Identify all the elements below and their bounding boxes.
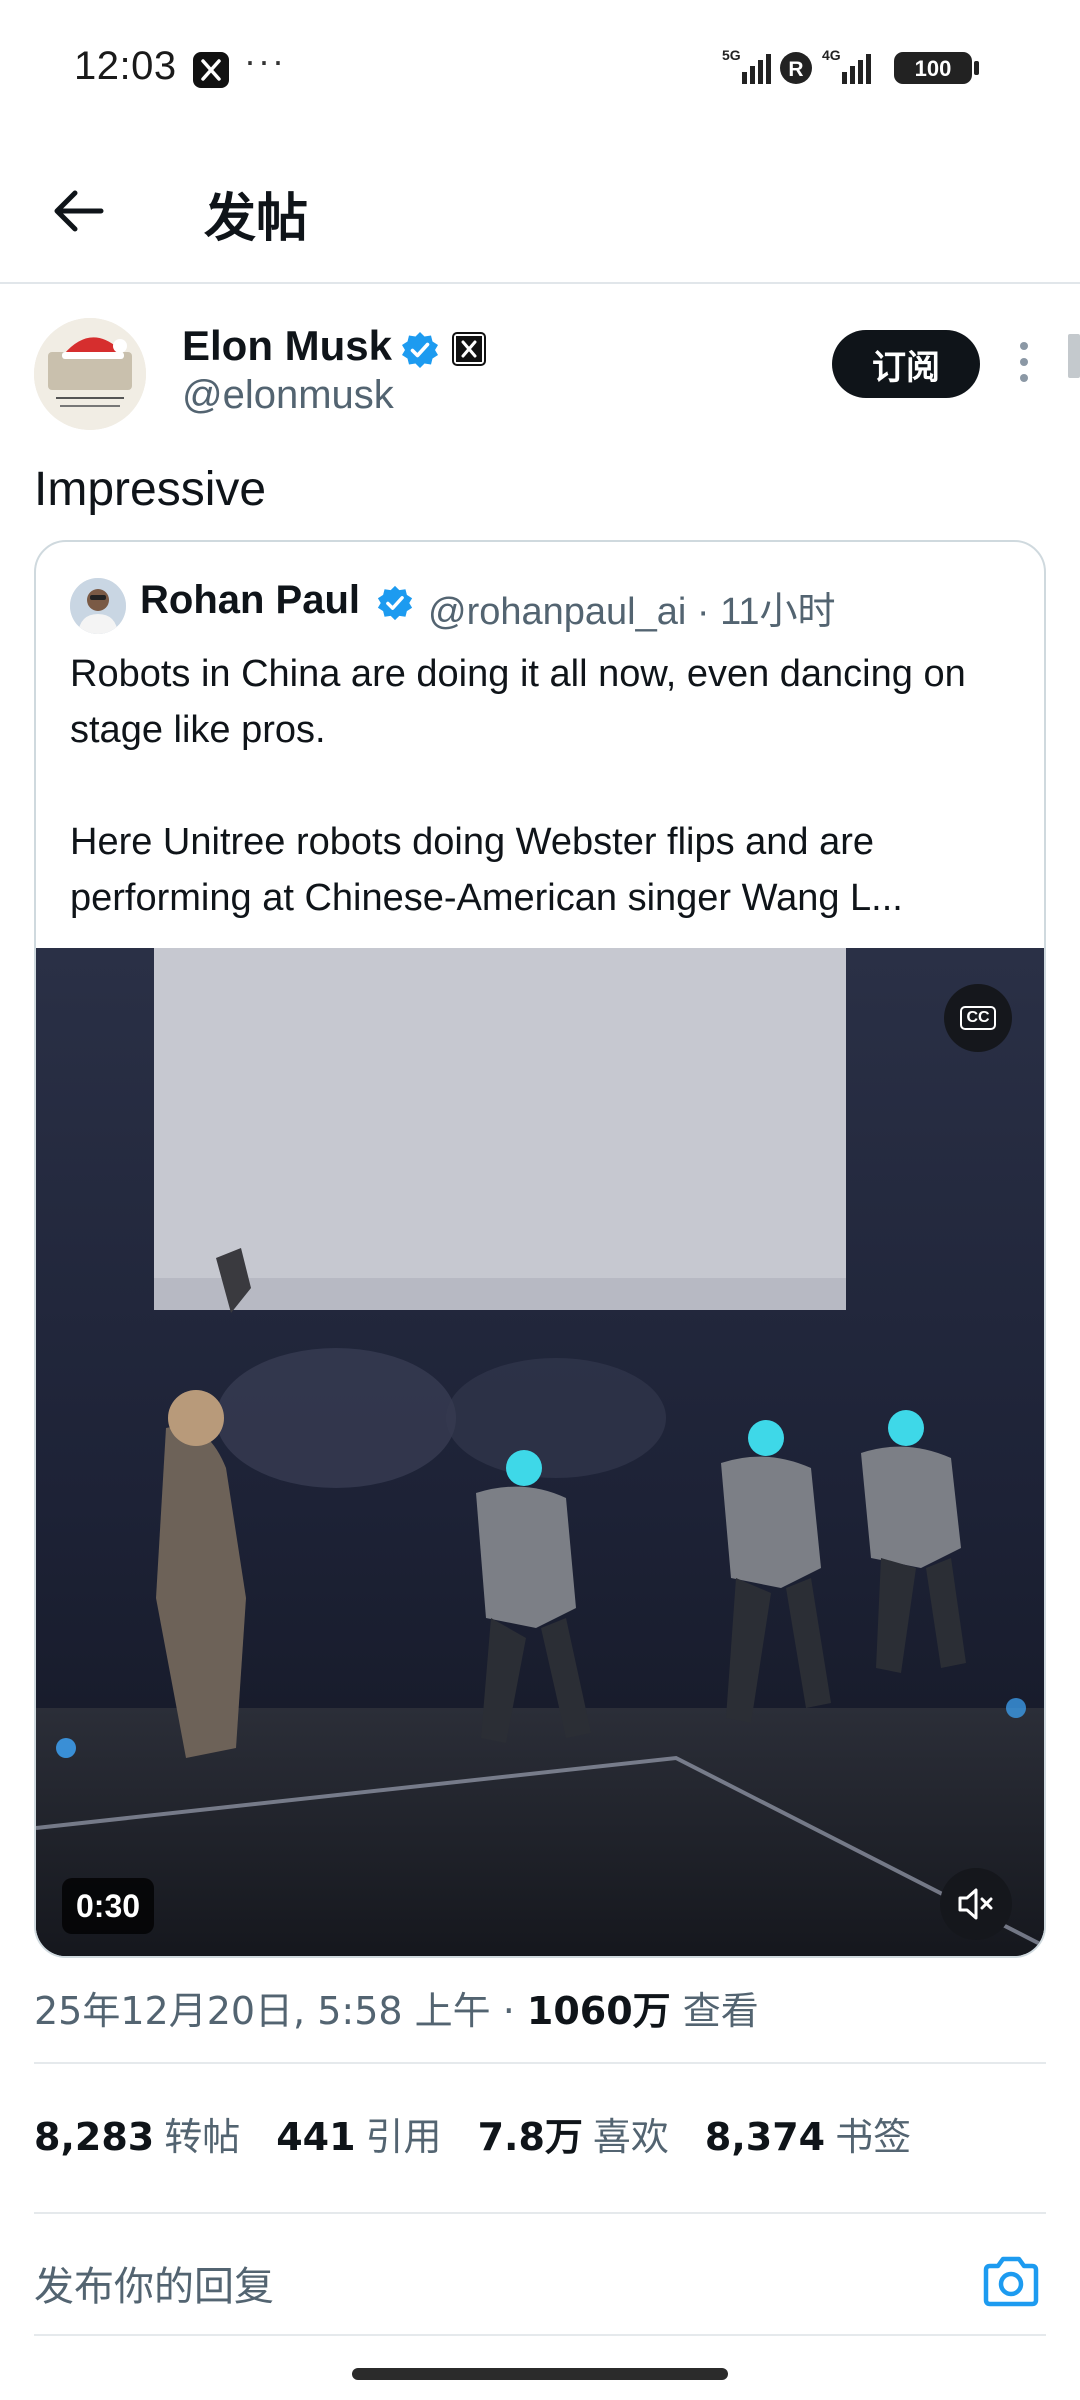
mute-button[interactable] [940, 1868, 1012, 1940]
quoted-post-text: Robots in China are doing it all now, ev… [70, 646, 1020, 926]
post-timestamp: 25年12月20日, 5:58 上午 · [34, 1989, 527, 2033]
closed-captions-button[interactable]: CC [944, 984, 1012, 1052]
status-bar: 12:03 ··· 5G R 4G 100 [0, 0, 1080, 135]
status-icons: 5G R 4G 100 [722, 46, 1002, 90]
author-name[interactable]: Elon Musk [182, 322, 392, 370]
post-text: Impressive [34, 463, 267, 516]
status-time: 12:03 [74, 44, 177, 88]
x-logo-icon [452, 332, 486, 366]
quoted-text-paragraph-2: Here Unitree robots doing Webster flips … [70, 821, 903, 919]
view-count: 1060万 [526, 1989, 671, 2033]
divider [34, 2212, 1046, 2214]
back-button[interactable] [44, 176, 114, 246]
verified-badge-icon [402, 332, 438, 368]
stat-likes[interactable]: 7.8万 喜欢 [478, 2106, 669, 2161]
reply-input[interactable]: 发布你的回复 [34, 2254, 274, 2312]
scroll-handle[interactable] [1068, 334, 1080, 378]
divider [34, 2062, 1046, 2064]
quoted-author-avatar[interactable] [70, 578, 126, 634]
battery-label: 100 [915, 56, 952, 81]
quoted-text-paragraph-1: Robots in China are doing it all now, ev… [70, 653, 966, 751]
author-handle[interactable]: @elonmusk [182, 373, 394, 418]
home-indicator[interactable] [352, 2368, 728, 2380]
stat-reposts[interactable]: 8,283 转帖 [34, 2106, 240, 2161]
volume-muted-icon [958, 1888, 993, 1920]
verified-badge-icon [377, 585, 413, 621]
arrow-left-icon [54, 190, 104, 232]
camera-icon[interactable] [980, 2254, 1042, 2310]
quoted-author-name[interactable]: Rohan Paul [140, 578, 360, 623]
app-header: 发帖 [0, 140, 1080, 284]
network-label-1: 5G [722, 47, 741, 63]
x-app-notification-icon [193, 52, 229, 88]
author-avatar[interactable] [34, 318, 146, 430]
view-label: 查看 [670, 1989, 759, 2033]
post-meta: 25年12月20日, 5:58 上午 · 1060万 查看 [34, 1980, 759, 2035]
divider [34, 2334, 1046, 2336]
stat-quotes[interactable]: 441 引用 [276, 2106, 441, 2161]
more-vertical-icon[interactable] [1012, 340, 1036, 384]
network-label-2: 4G [822, 47, 841, 63]
subscribe-button[interactable]: 订阅 [832, 330, 980, 398]
more-notifications-icon: ··· [244, 40, 286, 81]
quoted-post[interactable]: Rohan Paul @rohanpaul_ai · 11小时 Robots i… [34, 540, 1046, 1958]
closed-captions-icon: CC [960, 1006, 996, 1030]
roaming-label: R [788, 58, 803, 81]
engagement-stats: 8,283 转帖 441 引用 7.8万 喜欢 8,374 书签 [34, 2106, 911, 2161]
video-duration: 0:30 [62, 1878, 155, 1934]
reply-bar: 发布你的回复 [0, 2216, 1080, 2336]
video-frame [36, 948, 1044, 1956]
stat-bookmarks[interactable]: 8,374 书签 [705, 2106, 911, 2161]
quoted-author-handle[interactable]: @rohanpaul_ai · 11小时 [428, 580, 836, 635]
video-player[interactable]: CC 0:30 [36, 948, 1044, 1956]
page-title: 发帖 [204, 189, 309, 249]
